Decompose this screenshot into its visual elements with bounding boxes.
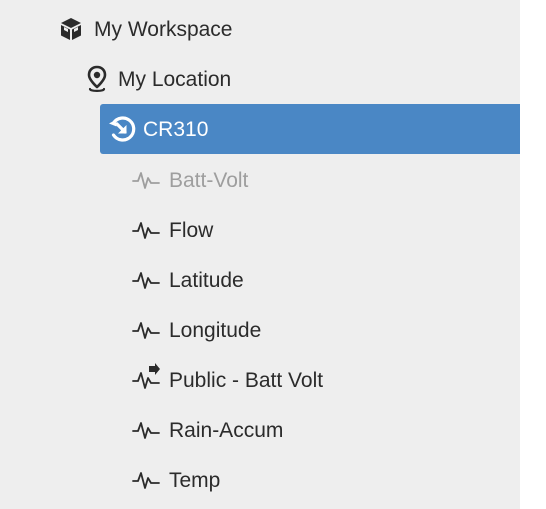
pulse-icon bbox=[132, 219, 160, 241]
pulse-forward-icon bbox=[132, 363, 160, 391]
tree-item-label: Rain-Accum bbox=[169, 418, 284, 442]
tree-item-temp[interactable]: Temp bbox=[132, 460, 220, 500]
tree-item-label: Public - Batt Volt bbox=[169, 368, 324, 392]
tree-node-station[interactable]: CR310 bbox=[100, 104, 520, 154]
tree-node-label: My Workspace bbox=[94, 17, 233, 41]
tree-item-longitude[interactable]: Longitude bbox=[132, 310, 261, 350]
tree-item-label: Batt-Volt bbox=[169, 168, 249, 192]
map-pin-icon bbox=[86, 65, 108, 93]
pulse-icon bbox=[132, 419, 160, 441]
pulse-icon bbox=[132, 319, 160, 341]
tree-item-rain-accum[interactable]: Rain-Accum bbox=[132, 410, 283, 450]
tree-item-label: Temp bbox=[169, 468, 221, 492]
tree-item-label: Latitude bbox=[169, 268, 244, 292]
tree-item-label: Flow bbox=[169, 218, 214, 242]
station-sync-icon bbox=[107, 114, 137, 144]
pulse-icon bbox=[132, 169, 160, 191]
tree-node-label: My Location bbox=[118, 67, 232, 91]
tree-item-label: Longitude bbox=[169, 318, 262, 342]
pulse-icon bbox=[132, 469, 160, 491]
tree-node-workspace[interactable]: My Workspace bbox=[58, 9, 232, 49]
tree-item-batt-volt[interactable]: Batt-Volt bbox=[132, 160, 248, 200]
tree-panel: My Workspace My Location CR310 Batt-Volt… bbox=[0, 0, 520, 509]
tree-node-location[interactable]: My Location bbox=[86, 59, 231, 99]
tree-item-flow[interactable]: Flow bbox=[132, 210, 213, 250]
tree-item-public-batt-volt[interactable]: Public - Batt Volt bbox=[132, 360, 323, 400]
pulse-icon bbox=[132, 269, 160, 291]
boxes-icon bbox=[58, 16, 84, 42]
tree-item-latitude[interactable]: Latitude bbox=[132, 260, 244, 300]
tree-node-label: CR310 bbox=[143, 117, 209, 141]
